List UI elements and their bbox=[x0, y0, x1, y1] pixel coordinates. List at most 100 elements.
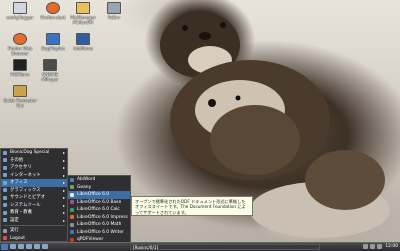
battery-icon[interactable] bbox=[377, 244, 382, 249]
run-icon bbox=[3, 228, 7, 233]
menu-item-sound-video[interactable]: サウンドとビデオ ▸ bbox=[1, 194, 67, 202]
terminal-icon[interactable] bbox=[18, 244, 24, 249]
file-manager-icon bbox=[76, 2, 90, 14]
menu-item-settings[interactable]: 設定 ▸ bbox=[1, 217, 67, 225]
menu-item-label: システムツール bbox=[10, 202, 41, 208]
menu-item-system-tools[interactable]: システムツール ▸ bbox=[1, 202, 67, 210]
desktop-icon-pcdrv[interactable]: PcDrv bbox=[94, 2, 134, 20]
menu-item-other[interactable]: その他 ▸ bbox=[1, 157, 67, 165]
chevron-right-icon: ▸ bbox=[62, 210, 65, 215]
menu-item-label: 実行 bbox=[10, 228, 19, 233]
menu-item-office[interactable]: オフィス ▸ bbox=[1, 179, 67, 187]
desktop-icon-gnome-mplayer[interactable]: GNOME MPlayer bbox=[30, 59, 70, 82]
player-icon bbox=[43, 59, 57, 71]
menu-folder-icon bbox=[3, 158, 7, 162]
menu-item-label: Logout bbox=[10, 235, 26, 241]
network-icon[interactable] bbox=[363, 244, 368, 249]
desktop-icon-label: GNOME MPlayer bbox=[41, 72, 59, 82]
menu-item-label: 設定 bbox=[10, 217, 19, 223]
desktop-icon-quick-remaster[interactable]: Quick Remaster Gui bbox=[0, 85, 40, 108]
menu-item-label: サウンドとビデオ bbox=[10, 195, 46, 200]
desktop-icon-label: Quick Remaster Gui bbox=[3, 98, 37, 108]
submenu-item-label: LibreOffice 6.0 Base bbox=[77, 199, 122, 205]
menu-item-label: その他 bbox=[10, 157, 24, 163]
menu-item-accessories[interactable]: アクセサリ ▸ bbox=[1, 164, 67, 172]
chevron-right-icon: ▸ bbox=[62, 202, 65, 208]
file-manager-icon[interactable] bbox=[34, 244, 40, 249]
submenu-item-libreoffice-calc[interactable]: LibreOffice 6.0 Calc bbox=[68, 206, 130, 214]
submenu-item-label: AbiWord bbox=[77, 177, 96, 182]
libreoffice-calc-icon bbox=[70, 207, 74, 212]
submenu-item-libreoffice-math[interactable]: LibreOffice 6.0 Math bbox=[68, 221, 130, 229]
chevron-right-icon: ▸ bbox=[62, 157, 65, 163]
menu-item-label: BionicDog Special bbox=[10, 150, 50, 155]
submenu-item-label: LibreOffice 6.0 Math bbox=[77, 222, 122, 227]
menu-item-label: インターネット bbox=[10, 172, 41, 178]
menu-folder-icon bbox=[3, 173, 7, 177]
libreoffice-math-icon bbox=[70, 222, 74, 227]
tooltip: オープンで標準化されたODF ドキュメント形式に準拠したオフィススイートです。T… bbox=[131, 196, 253, 216]
desktop-icon[interactable] bbox=[10, 244, 16, 249]
menu-folder-icon bbox=[3, 150, 7, 155]
libreoffice-base-icon bbox=[70, 200, 74, 204]
chevron-right-icon: ▸ bbox=[62, 217, 65, 223]
menu-item-logout[interactable]: Logout bbox=[1, 235, 67, 243]
system-tray bbox=[363, 244, 382, 249]
menu-folder-icon bbox=[3, 165, 7, 170]
chevron-right-icon: ▸ bbox=[62, 180, 65, 185]
submenu-item-label: LibreOffice 6.0 Impress bbox=[77, 214, 128, 220]
chevron-right-icon: ▸ bbox=[62, 195, 65, 200]
libreoffice-impress-icon bbox=[70, 215, 74, 219]
logout-icon bbox=[3, 236, 7, 240]
desktop-icon-label: PcDrv bbox=[107, 15, 121, 20]
submenu-item-libreoffice-impress[interactable]: LibreOffice 6.0 Impress bbox=[68, 214, 130, 222]
quick-launch bbox=[10, 244, 48, 249]
terminal-icon bbox=[13, 2, 27, 14]
geany-icon bbox=[70, 185, 74, 189]
tooltip-text: オープンで標準化されたODF ドキュメント形式に準拠したオフィススイートです。T… bbox=[135, 198, 246, 215]
menu-folder-icon bbox=[3, 218, 7, 222]
menu-folder-icon bbox=[3, 180, 7, 185]
firefox-icon bbox=[13, 33, 27, 45]
volume-icon[interactable] bbox=[370, 244, 375, 249]
libreoffice-icon bbox=[70, 192, 74, 197]
submenu-item-label: LibreOffice 6.0 bbox=[77, 192, 110, 197]
chevron-right-icon: ▸ bbox=[62, 172, 65, 178]
chevron-right-icon: ▸ bbox=[62, 150, 65, 155]
browser-icon[interactable] bbox=[26, 244, 32, 249]
submenu-item-abiword[interactable]: AbiWord bbox=[68, 176, 130, 184]
menu-folder-icon bbox=[3, 210, 7, 215]
menu-item-run[interactable]: 実行 bbox=[1, 227, 67, 235]
submenu-item-label: LibreOffice 6.0 Writer bbox=[77, 229, 124, 235]
drive-icon bbox=[107, 2, 121, 14]
chevron-right-icon: ▸ bbox=[62, 187, 65, 193]
menu-separator bbox=[3, 225, 65, 226]
playlist-icon bbox=[46, 33, 60, 45]
add-icon bbox=[76, 33, 90, 45]
submenu-item-libreoffice[interactable]: LibreOffice 6.0 bbox=[68, 191, 130, 199]
desktop-icon-label: AddMenu bbox=[73, 46, 93, 51]
menu-item-education[interactable]: 教育・教養 ▸ bbox=[1, 209, 67, 217]
submenu-item-libreoffice-writer[interactable]: LibreOffice 6.0 Writer bbox=[68, 229, 130, 237]
terminal-icon bbox=[13, 59, 27, 71]
menu-item-graphics[interactable]: グラフィックス ▸ bbox=[1, 187, 67, 195]
menu-folder-icon bbox=[3, 188, 7, 192]
menu-item-label: グラフィックス bbox=[10, 187, 41, 193]
libreoffice-writer-icon bbox=[70, 230, 74, 234]
menu-item-label: 教育・教養 bbox=[10, 210, 32, 215]
submenu-item-geany[interactable]: Geany bbox=[68, 184, 130, 192]
start-button[interactable] bbox=[1, 243, 8, 250]
submenu-item-libreoffice-base[interactable]: LibreOffice 6.0 Base bbox=[68, 199, 130, 207]
submenu-item-label: Geany bbox=[77, 184, 92, 190]
menu-item-internet[interactable]: インターネット ▸ bbox=[1, 172, 67, 180]
firefox-icon bbox=[46, 2, 60, 14]
desktop-icon-addmenu[interactable]: AddMenu bbox=[63, 33, 103, 51]
menu-folder-icon bbox=[3, 203, 7, 207]
menu-item-label: アクセサリ bbox=[10, 165, 32, 170]
workspace-icon[interactable] bbox=[42, 244, 48, 249]
clock[interactable]: 12:00 bbox=[385, 243, 398, 250]
taskbar-window-button[interactable]: [Roxinc/0/1] bbox=[130, 243, 320, 250]
remaster-icon bbox=[13, 85, 27, 97]
menu-item-label: オフィス bbox=[10, 180, 28, 185]
menu-item-bionicdog-special[interactable]: BionicDog Special ▸ bbox=[1, 149, 67, 157]
